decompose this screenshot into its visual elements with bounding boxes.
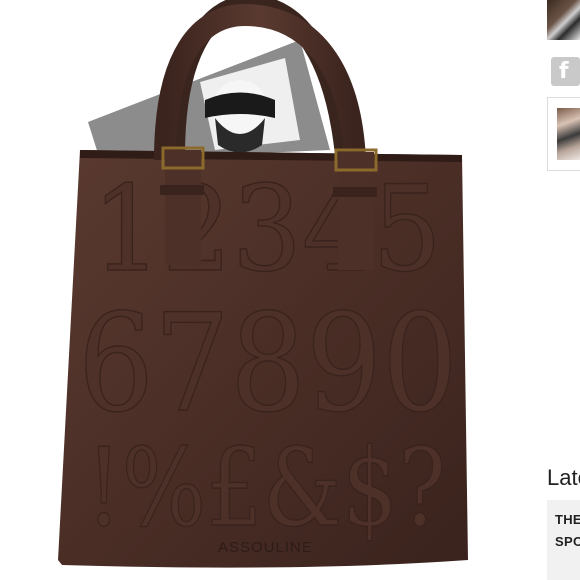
- latest-heading: Late: [547, 465, 580, 490]
- related-post-thumbnail[interactable]: [557, 108, 580, 160]
- related-post-card[interactable]: [547, 97, 580, 171]
- avatar[interactable]: [547, 0, 580, 40]
- latest-post-title-line2[interactable]: SPO: [555, 534, 580, 549]
- leather-tote-illustration: 12345 67890 !%£&$? ASSOULINE: [58, 0, 468, 568]
- embossed-row-symbols: !%£&$?: [86, 426, 446, 551]
- embossed-row-numbers-1: 12345: [92, 160, 442, 298]
- brand-stamp: ASSOULINE: [218, 539, 313, 556]
- book-cover: [88, 40, 330, 160]
- embossed-row-numbers-2: 67890: [78, 285, 458, 442]
- left-strap-buckle: [160, 146, 205, 265]
- latest-post-card[interactable]: THE SPO: [547, 500, 580, 580]
- latest-post-title-line1[interactable]: THE: [555, 512, 580, 527]
- right-strap-buckle: [333, 148, 378, 270]
- facebook-icon[interactable]: f: [551, 57, 580, 86]
- sidebar: f Late THE SPO: [540, 0, 580, 580]
- product-image: 12345 67890 !%£&$? ASSOULINE: [0, 0, 528, 580]
